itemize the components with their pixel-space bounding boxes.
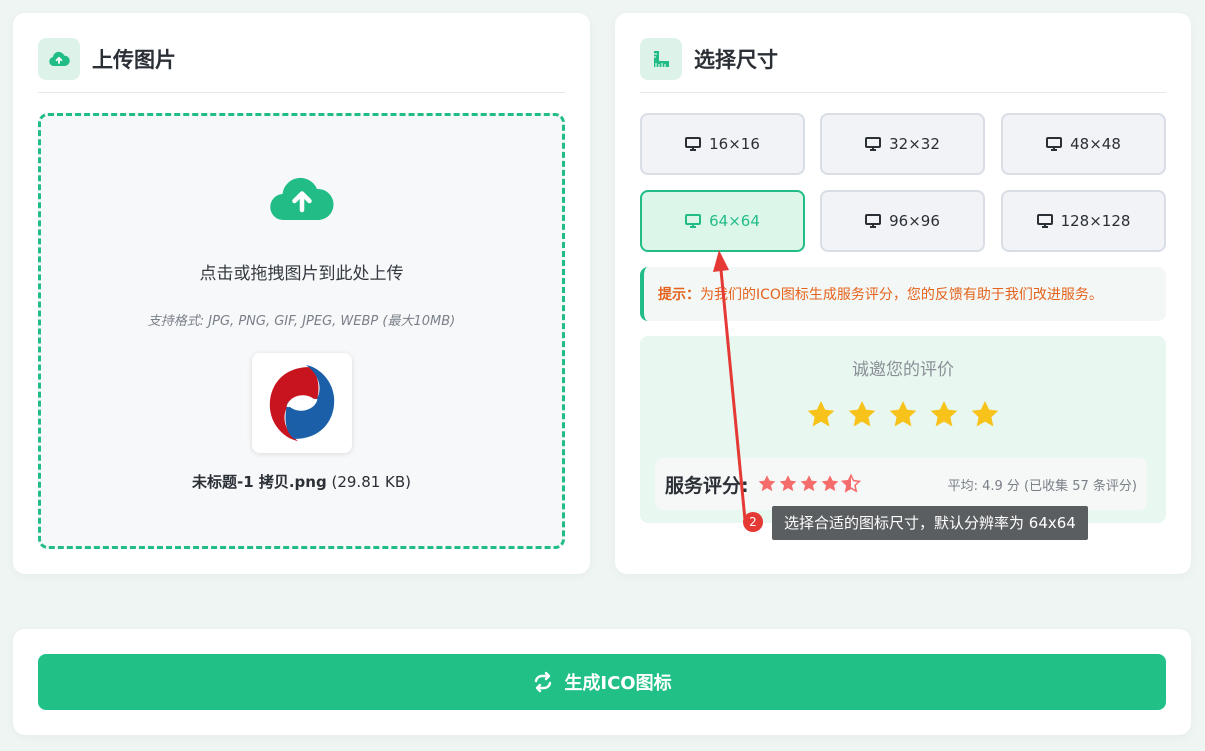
star-icon — [758, 475, 775, 492]
size-option-64[interactable]: 64×64 — [640, 190, 805, 252]
tip-label: 提示： — [658, 287, 700, 303]
size-option-16[interactable]: 16×16 — [640, 113, 805, 175]
star-icon[interactable] — [969, 399, 1001, 431]
size-option-label: 96×96 — [889, 212, 940, 230]
dropzone-text: 点击或拖拽图片到此处上传 — [199, 264, 404, 284]
monitor-icon — [865, 137, 882, 151]
size-option-label: 48×48 — [1070, 135, 1121, 153]
upload-title: 上传图片 — [92, 48, 176, 72]
monitor-icon — [1036, 214, 1053, 228]
size-title: 选择尺寸 — [694, 48, 778, 72]
size-option-96[interactable]: 96×96 — [820, 190, 985, 252]
cloud-upload-icon — [38, 38, 80, 80]
file-size: (29.81 KB) — [326, 473, 412, 491]
monitor-icon — [685, 137, 702, 151]
rating-title: 诚邀您的评价 — [852, 360, 954, 380]
size-option-label: 16×16 — [709, 135, 760, 153]
ruler-icon — [640, 38, 682, 80]
star-icon — [800, 475, 817, 492]
score-stars — [757, 474, 861, 494]
generate-label: 生成ICO图标 — [564, 673, 672, 694]
logo-image — [269, 365, 335, 441]
monitor-icon — [1046, 137, 1063, 151]
rating-tip: 提示： 为我们的ICO图标生成服务评分，您的反馈有助于我们改进服务。 — [640, 267, 1166, 321]
monitor-icon — [865, 214, 882, 228]
star-half-icon — [840, 474, 861, 493]
size-option-label: 32×32 — [889, 135, 940, 153]
star-icon[interactable] — [846, 399, 878, 431]
upload-card: 上传图片 点击或拖拽图片到此处上传 支持格式: JPG, PNG, GIF, J… — [13, 13, 590, 574]
format-hint: 支持格式: JPG, PNG, GIF, JPEG, WEBP (最大10MB) — [147, 314, 456, 329]
size-option-128[interactable]: 128×128 — [1001, 190, 1166, 252]
score-label: 服务评分: — [665, 474, 749, 497]
score-row: 服务评分: 平均: 4.9 分 (已收集 57 条评分) — [655, 458, 1147, 510]
tip-text: 为我们的ICO图标生成服务评分，您的反馈有助于我们改进服务。 — [700, 287, 1103, 303]
size-card: 选择尺寸 16×16 32×32 48×48 64×64 96×96 128×1… — [615, 13, 1191, 574]
star-icon[interactable] — [928, 399, 960, 431]
image-preview — [252, 353, 352, 453]
upload-header: 上传图片 — [38, 38, 565, 93]
size-option-48[interactable]: 48×48 — [1001, 113, 1166, 175]
annotation-tooltip: 选择合适的图标尺寸，默认分辨率为 64x64 — [772, 506, 1088, 540]
rating-stars — [640, 399, 1166, 431]
annotation-step-badge: 2 — [743, 512, 763, 532]
file-info: 未标题-1 拷贝.png (29.81 KB) — [41, 471, 562, 492]
size-header: 选择尺寸 — [640, 38, 1166, 93]
star-icon[interactable] — [805, 399, 837, 431]
generate-button[interactable]: 生成ICO图标 — [38, 654, 1166, 710]
size-option-label: 64×64 — [709, 212, 760, 230]
star-icon[interactable] — [887, 399, 919, 431]
sync-icon — [532, 671, 554, 693]
star-icon — [821, 475, 838, 492]
star-icon — [779, 475, 796, 492]
monitor-icon — [685, 214, 702, 228]
size-option-label: 128×128 — [1060, 212, 1131, 230]
cloud-upload-icon — [269, 174, 335, 226]
score-average: 平均: 4.9 分 (已收集 57 条评分) — [947, 478, 1137, 494]
rating-box: 诚邀您的评价 服务评分: 平均: 4.9 分 (已收集 57 条评分) — [640, 336, 1166, 523]
upload-dropzone[interactable]: 点击或拖拽图片到此处上传 支持格式: JPG, PNG, GIF, JPEG, … — [38, 113, 565, 549]
size-option-32[interactable]: 32×32 — [820, 113, 985, 175]
generate-card: 生成ICO图标 — [13, 629, 1191, 735]
file-name: 未标题-1 拷贝.png — [191, 473, 327, 491]
